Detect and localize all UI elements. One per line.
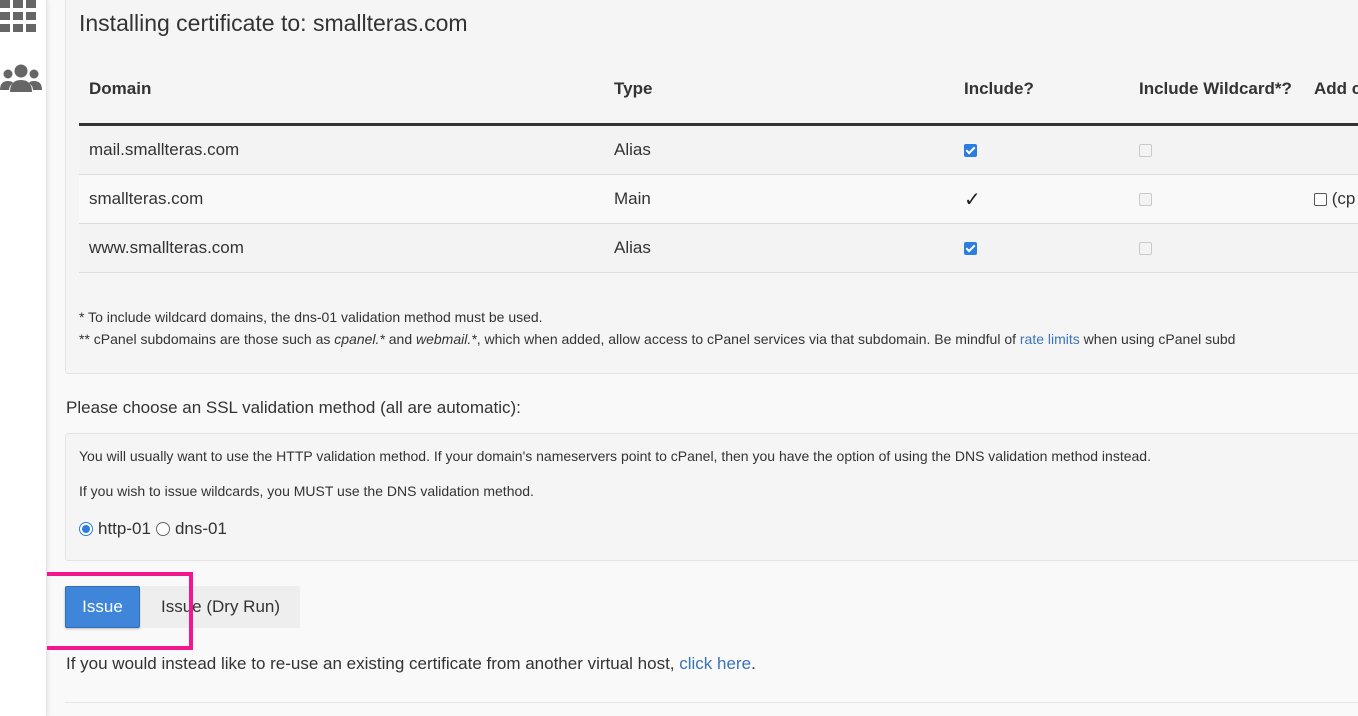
add-cpanel-checkbox[interactable]: [1314, 193, 1327, 207]
type-cell: Alias: [604, 223, 954, 273]
click-here-link[interactable]: click here: [679, 654, 751, 673]
sidebar: [0, 0, 47, 716]
add-cell: [1304, 124, 1358, 175]
type-cell: Alias: [604, 124, 954, 175]
checkmark-icon: ✓: [964, 188, 981, 211]
domains-table: Domain Type Include? Include Wildcard*? …: [79, 53, 1358, 273]
divider: [65, 702, 1358, 703]
table-row: mail.smallteras.com Alias: [79, 124, 1358, 175]
note-text: and: [384, 331, 416, 347]
header-include-wildcard: Include Wildcard*?: [1129, 53, 1304, 126]
main-content: Installing certificate to: smallteras.co…: [47, 0, 1358, 716]
wildcard-cell: [1129, 174, 1304, 224]
domain-cell: mail.smallteras.com: [79, 124, 604, 175]
include-checkbox[interactable]: [964, 144, 977, 158]
include-cell: [954, 223, 1129, 273]
issue-dry-run-button[interactable]: Issue (Dry Run): [141, 586, 300, 628]
validation-method-panel: You will usually want to use the HTTP va…: [65, 433, 1358, 561]
panel-title: Installing certificate to: smallteras.co…: [79, 10, 468, 36]
wildcard-cell: [1129, 124, 1304, 175]
include-cell: [954, 124, 1129, 175]
validation-method-label: Please choose an SSL validation method (…: [66, 398, 521, 417]
note-em-webmail: webmail.*: [416, 331, 477, 347]
http-01-radio[interactable]: [79, 522, 93, 536]
header-domain: Domain: [79, 53, 604, 126]
add-cell: [1304, 223, 1358, 273]
include-checkbox[interactable]: [964, 242, 977, 256]
rate-limits-link[interactable]: rate limits: [1020, 331, 1080, 347]
table-row: smallteras.com Main ✓ (cp: [79, 174, 1358, 224]
reuse-certificate-text: If you would instead like to re-use an e…: [66, 654, 756, 674]
reuse-text: If you would instead like to re-use an e…: [66, 654, 680, 673]
grid-icon[interactable]: [0, 0, 40, 36]
issue-button[interactable]: Issue: [65, 586, 140, 628]
wildcard-checkbox: [1139, 144, 1152, 158]
wildcard-notes: * To include wildcard domains, the dns-0…: [79, 306, 1235, 350]
add-cell: (cp: [1304, 174, 1358, 224]
add-cpanel-label: (cp: [1331, 189, 1356, 208]
note-line-1: * To include wildcard domains, the dns-0…: [79, 309, 543, 325]
note-text: when using cPanel subd: [1079, 331, 1236, 347]
reuse-text-end: .: [751, 654, 756, 673]
validation-info-1: You will usually want to use the HTTP va…: [79, 448, 1151, 464]
note-em-cpanel: cpanel.*: [334, 331, 385, 347]
wildcard-cell: [1129, 223, 1304, 273]
note-line-2: ** cPanel subdomains are those such as c…: [79, 328, 1235, 350]
note-text: , which when added, allow access to cPan…: [476, 331, 1020, 347]
validation-options: http-01 dns-01: [79, 519, 227, 539]
table-row: www.smallteras.com Alias: [79, 223, 1358, 273]
dns-01-label[interactable]: dns-01: [175, 519, 227, 539]
http-01-label[interactable]: http-01: [98, 519, 151, 539]
wildcard-checkbox: [1139, 242, 1152, 256]
type-cell: Main: [604, 174, 954, 224]
validation-info-2: If you wish to issue wildcards, you MUST…: [79, 483, 534, 499]
certificate-panel: Installing certificate to: smallteras.co…: [65, 0, 1358, 374]
dns-01-radio[interactable]: [155, 522, 170, 536]
wildcard-checkbox: [1139, 193, 1152, 207]
header-add-cpanel: Add c: [1304, 53, 1358, 126]
domain-cell: smallteras.com: [79, 174, 604, 224]
header-type: Type: [604, 53, 954, 126]
note-text: ** cPanel subdomains are those such as: [79, 331, 335, 347]
include-cell: ✓: [954, 174, 1129, 224]
users-icon[interactable]: [0, 62, 42, 98]
header-include: Include?: [954, 53, 1129, 126]
domain-cell: www.smallteras.com: [79, 223, 604, 273]
